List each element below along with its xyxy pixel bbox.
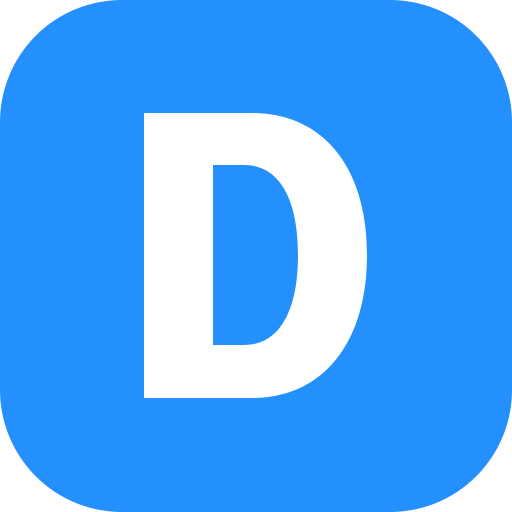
app-icon — [0, 0, 512, 512]
letter-d-app-icon — [0, 0, 512, 512]
app-icon-background — [0, 0, 512, 512]
